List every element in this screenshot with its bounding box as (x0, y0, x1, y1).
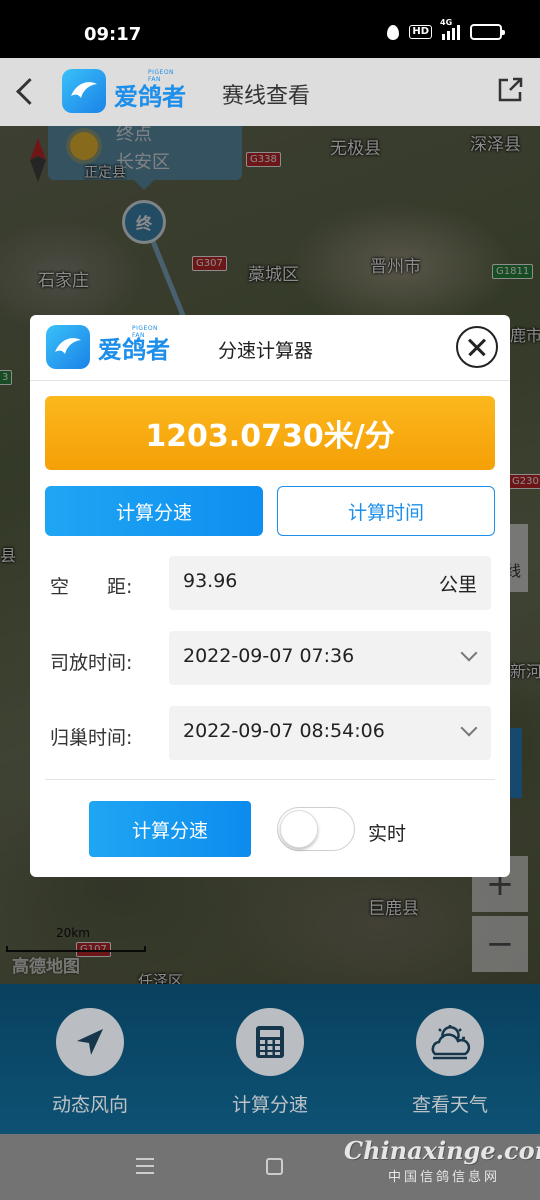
drop-icon (387, 24, 400, 40)
brand-name: 爱鸽者 (114, 82, 186, 111)
tab-calc-time[interactable]: 计算时间 (277, 486, 495, 536)
signal-icon: 4G (440, 18, 460, 40)
speed-calculator-dialog: PIGEON FAN 爱鸽者 分速计算器 1203.0730米/分 计算分速 计… (30, 315, 510, 877)
tab-calc-speed[interactable]: 计算分速 (45, 486, 263, 536)
release-time-select[interactable]: 2022-09-07 07:36 (169, 631, 491, 685)
dialog-logo: PIGEON FAN 爱鸽者 (46, 325, 170, 369)
modal-overlay (0, 984, 540, 1134)
brand-subtitle: PIGEON FAN (132, 325, 159, 339)
home-icon[interactable] (266, 1158, 283, 1175)
pigeon-logo-icon (46, 325, 90, 369)
arrival-time-select[interactable]: 2022-09-07 08:54:06 (169, 706, 491, 760)
network-type: 4G (440, 18, 453, 27)
watermark: Chinaxinge.com (344, 1136, 540, 1165)
chevron-down-icon (460, 719, 478, 737)
divider (45, 779, 495, 780)
toggle-knob (280, 810, 318, 848)
release-time-value: 2022-09-07 07:36 (183, 645, 355, 667)
distance-field[interactable]: 93.96 公里 (169, 556, 491, 610)
distance-value: 93.96 (183, 570, 238, 592)
watermark-subtitle: 中国信鸽信息网 (388, 1170, 501, 1185)
status-bar: 09:17 HD 4G (0, 0, 540, 58)
dialog-header: PIGEON FAN 爱鸽者 分速计算器 (30, 315, 510, 381)
calculate-speed-button[interactable]: 计算分速 (89, 801, 251, 857)
distance-unit: 公里 (438, 574, 477, 596)
realtime-label: 实时 (368, 823, 407, 845)
speed-result: 1203.0730米/分 (45, 396, 495, 470)
back-button[interactable] (10, 74, 40, 110)
status-icons: HD 4G (387, 18, 505, 40)
page-title: 赛线查看 (222, 84, 311, 109)
hd-icon: HD (409, 25, 432, 39)
close-icon[interactable] (456, 326, 498, 368)
pigeon-logo-icon (62, 69, 106, 113)
menu-icon[interactable] (136, 1158, 154, 1174)
battery-icon (470, 24, 505, 40)
arrival-time-value: 2022-09-07 08:54:06 (183, 720, 385, 742)
app-logo: PIGEON FAN 爱鸽者 (62, 69, 186, 113)
arrival-time-label: 归巢时间: (50, 727, 133, 749)
app-header: PIGEON FAN 爱鸽者 赛线查看 (0, 58, 540, 126)
realtime-toggle[interactable] (277, 807, 355, 851)
share-icon[interactable] (496, 76, 524, 104)
distance-label: 空 距: (50, 576, 133, 598)
dialog-title: 分速计算器 (218, 340, 314, 362)
status-time: 09:17 (84, 24, 142, 45)
chevron-down-icon (460, 644, 478, 662)
bottom-toolbar: 动态风向 计算分速 查看天气 (0, 984, 540, 1134)
release-time-label: 司放时间: (50, 652, 133, 674)
